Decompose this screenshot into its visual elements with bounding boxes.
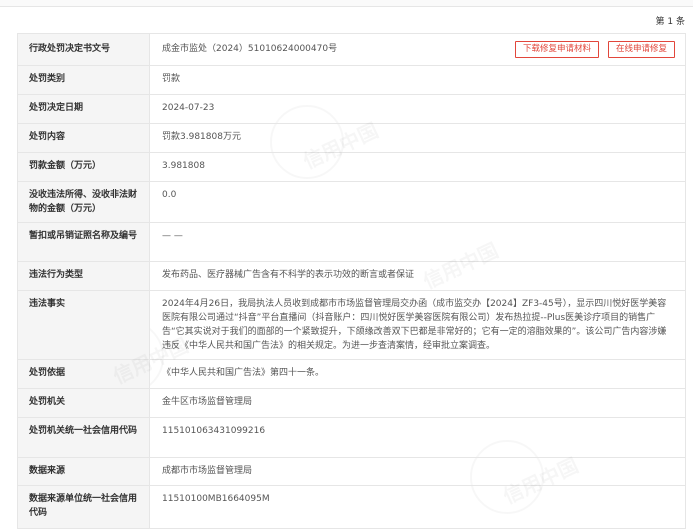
row-label: 处罚机关统一社会信用代码 [18, 418, 150, 457]
button-group: 下载修复申请材料 在线申请修复 [514, 41, 675, 58]
row-label: 数据来源单位统一社会信用代码 [18, 486, 150, 528]
row-value: 3.981808 [162, 161, 205, 171]
table-row: 处罚类别 罚款 [18, 66, 685, 95]
table-row: 数据来源单位统一社会信用代码 11510100MB1664095M [18, 486, 685, 529]
row-label: 违法行为类型 [18, 262, 150, 290]
table-row: 数据来源 成都市市场监督管理局 [18, 458, 685, 486]
top-edge [0, 0, 693, 7]
row-value: 罚款3.981808万元 [162, 132, 241, 142]
result-count: 第 1 条 [655, 17, 685, 27]
table-row: 处罚机关 金牛区市场监督管理局 [18, 389, 685, 418]
row-value: 115101063431099216 [162, 426, 266, 436]
row-label: 违法事实 [18, 291, 150, 359]
row-label: 处罚内容 [18, 124, 150, 152]
row-label: 行政处罚决定书文号 [18, 34, 150, 65]
row-label: 处罚机关 [18, 389, 150, 417]
table-row: 处罚机关统一社会信用代码 115101063431099216 [18, 418, 685, 458]
table-row: 处罚内容 罚款3.981808万元 [18, 124, 685, 153]
download-repair-materials-button[interactable]: 下载修复申请材料 [514, 41, 599, 58]
row-value: 《中华人民共和国广告法》第四十一条。 [162, 368, 325, 378]
table-row: 处罚依据 《中华人民共和国广告法》第四十一条。 [18, 360, 685, 389]
row-label: 没收违法所得、没收非法财物的金额（万元） [18, 182, 150, 222]
row-label: 罚款金额（万元） [18, 153, 150, 181]
row-value: 成都市市场监督管理局 [162, 466, 253, 476]
table-row: 暂扣或吊销证照名称及编号 — — [18, 223, 685, 262]
table-row: 罚款金额（万元） 3.981808 [18, 153, 685, 182]
row-value: 2024年4月26日，我局执法人员收到成都市市场监督管理局交办函（成市监交办【2… [162, 299, 667, 351]
row-label: 暂扣或吊销证照名称及编号 [18, 223, 150, 261]
row-label: 处罚依据 [18, 360, 150, 388]
row-value: 11510100MB1664095M [162, 494, 270, 504]
online-repair-application-button[interactable]: 在线申请修复 [607, 41, 675, 58]
table-row: 违法行为类型 发布药品、医疗器械广告含有不科学的表示功效的断言或者保证 [18, 262, 685, 291]
table-row: 违法事实 2024年4月26日，我局执法人员收到成都市市场监督管理局交办函（成市… [18, 291, 685, 360]
row-label: 处罚决定日期 [18, 95, 150, 123]
table-row: 没收违法所得、没收非法财物的金额（万元） 0.0 [18, 182, 685, 223]
table-row: 行政处罚决定书文号 成金市监处（2024）51010624000470号 下载修… [18, 34, 685, 66]
row-label: 处罚类别 [18, 66, 150, 94]
table-row: 处罚决定日期 2024-07-23 [18, 95, 685, 124]
row-value: 罚款 [162, 74, 181, 84]
row-value: 2024-07-23 [162, 103, 215, 113]
row-value: 金牛区市场监督管理局 [162, 397, 253, 407]
row-value: — — [162, 231, 183, 241]
row-value: 0.0 [162, 190, 177, 200]
penalty-table: 行政处罚决定书文号 成金市监处（2024）51010624000470号 下载修… [17, 33, 686, 529]
row-value: 发布药品、医疗器械广告含有不科学的表示功效的断言或者保证 [162, 270, 415, 280]
row-label: 数据来源 [18, 458, 150, 485]
